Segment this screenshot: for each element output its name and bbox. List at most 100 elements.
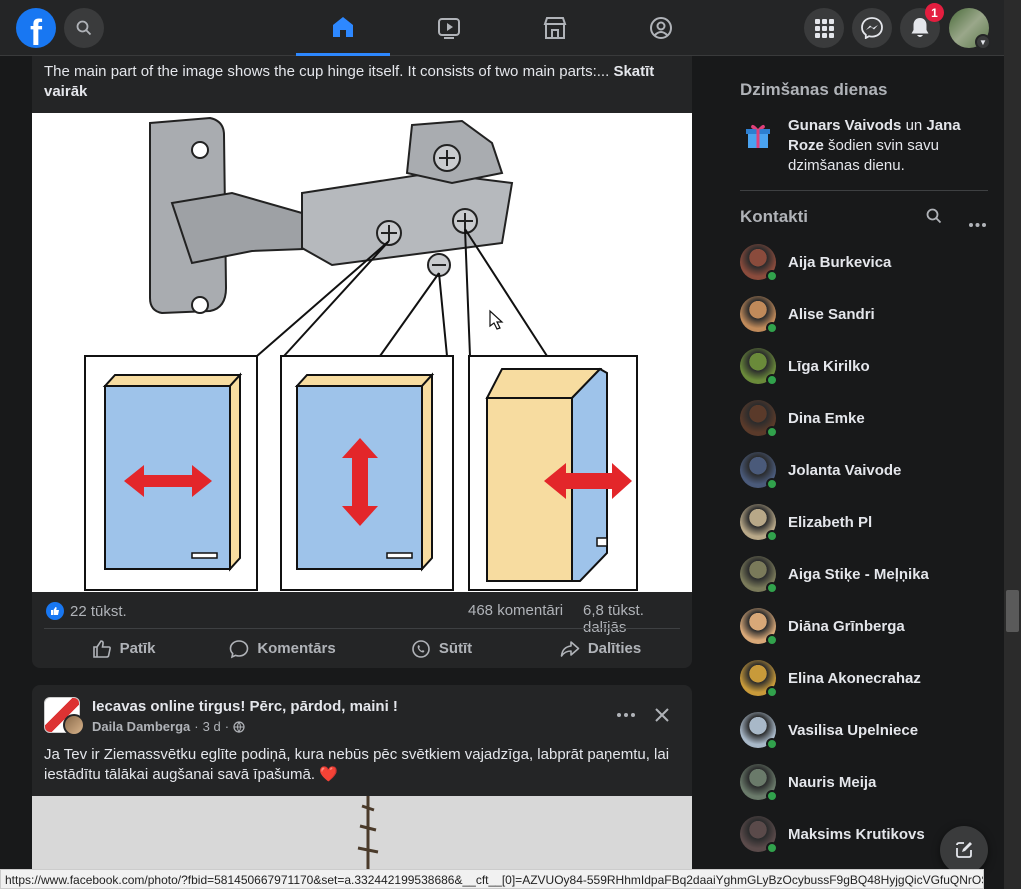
messenger-button[interactable]: [852, 8, 892, 48]
post-time-link[interactable]: 3 d: [203, 719, 221, 734]
contact-item[interactable]: Dina Emke: [740, 392, 988, 444]
like-reaction-icon[interactable]: [46, 602, 64, 620]
contact-avatar: [740, 400, 778, 438]
whatsapp-icon: [412, 639, 430, 658]
facebook-logo[interactable]: f: [16, 8, 56, 48]
contact-avatar: [740, 660, 778, 698]
new-message-button[interactable]: [940, 826, 988, 874]
more-horizontal-icon: [969, 223, 986, 227]
search-button[interactable]: [64, 8, 104, 48]
feed-post: The main part of the image shows the cup…: [32, 56, 692, 668]
post-actions: Patīk Komentārs Sūtīt Dalīties: [44, 628, 680, 668]
contact-item[interactable]: Diāna Grīnberga: [740, 600, 988, 652]
tab-watch[interactable]: [402, 0, 496, 56]
groups-icon: [650, 17, 672, 39]
bell-icon: [911, 18, 929, 37]
online-status-dot: [766, 270, 778, 282]
contact-avatar: [740, 712, 778, 750]
contact-item[interactable]: Elizabeth Pl: [740, 496, 988, 548]
scrollbar-thumb[interactable]: [1006, 590, 1019, 632]
video-icon: [438, 18, 460, 39]
post-meta: Daila Damberga · 3 d ·: [92, 719, 245, 734]
online-status-dot: [766, 322, 778, 334]
online-status-dot: [766, 686, 778, 698]
search-icon: [926, 208, 942, 224]
home-icon: [333, 16, 353, 37]
contact-item[interactable]: Nauris Meija: [740, 756, 988, 808]
compose-icon: [956, 842, 972, 858]
page-scrollbar[interactable]: [1004, 0, 1021, 889]
contact-avatar: [740, 296, 778, 334]
birthday-person-link[interactable]: Gunars Vaivods: [788, 117, 901, 134]
contact-item[interactable]: Līga Kirilko: [740, 340, 988, 392]
contact-avatar: [740, 816, 778, 854]
status-bar-url: https://www.facebook.com/photo/?fbid=581…: [0, 869, 984, 889]
contact-item[interactable]: Jolanta Vaivode: [740, 444, 988, 496]
tab-marketplace[interactable]: [508, 0, 602, 56]
contact-item[interactable]: Alise Sandri: [740, 288, 988, 340]
birthdays-title: Dzimšanas dienas: [740, 80, 888, 99]
contact-item[interactable]: Vasilisa Upelniece: [740, 704, 988, 756]
contact-avatar: [740, 504, 778, 542]
more-horizontal-icon: [617, 713, 635, 717]
contact-avatar: [740, 608, 778, 646]
chevron-down-icon: ▼: [975, 34, 991, 50]
contacts-title: Kontakti: [740, 207, 808, 226]
likes-count[interactable]: 22 tūkst.: [70, 603, 127, 620]
group-name-link[interactable]: Iecavas online tirgus! Pērc, pārdod, mai…: [92, 698, 398, 715]
contacts-search-button[interactable]: [926, 208, 942, 229]
online-status-dot: [766, 582, 778, 594]
comments-count[interactable]: 468 komentāri: [468, 602, 563, 619]
top-navigation-bar: f 1 ▼: [0, 0, 1004, 56]
contact-item[interactable]: Aija Burkevica: [740, 236, 988, 288]
contact-avatar: [740, 556, 778, 594]
online-status-dot: [766, 426, 778, 438]
shop-icon: [543, 17, 567, 39]
share-icon: [560, 640, 580, 657]
online-status-dot: [766, 478, 778, 490]
notification-badge: 1: [925, 3, 944, 22]
contact-item[interactable]: Elina Akonecrahaz: [740, 652, 988, 704]
feed-post: Iecavas online tirgus! Pērc, pārdod, mai…: [32, 685, 692, 889]
online-status-dot: [766, 842, 778, 854]
thumbs-up-icon: [92, 639, 111, 658]
like-button[interactable]: Patīk: [44, 629, 203, 668]
heart-emoji: ❤️: [319, 766, 338, 783]
post-text: The main part of the image shows the cup…: [44, 63, 655, 100]
online-status-dot: [766, 738, 778, 750]
send-whatsapp-button[interactable]: Sūtīt: [362, 629, 521, 668]
post-reactions-bar: 22 tūkst. 468 komentāri 6,8 tūkst. dalīj…: [44, 600, 680, 636]
tab-groups[interactable]: [614, 0, 708, 56]
divider: [740, 190, 988, 191]
menu-button[interactable]: [804, 8, 844, 48]
post-text: Ja Tev ir Ziemassvētku eglīte podiņā, ku…: [44, 746, 670, 783]
contact-item[interactable]: Aiga Stiķe - Meļņika: [740, 548, 988, 600]
contacts-options-button[interactable]: [969, 214, 986, 232]
share-button[interactable]: Dalīties: [521, 629, 680, 668]
tab-home[interactable]: [296, 0, 390, 56]
grid-menu-icon: [815, 19, 834, 38]
online-status-dot: [766, 374, 778, 386]
close-icon: [655, 708, 669, 722]
author-avatar[interactable]: [63, 714, 85, 736]
online-status-dot: [766, 530, 778, 542]
gift-icon: [740, 118, 776, 154]
group-avatar[interactable]: [44, 697, 85, 736]
birthday-text: Gunars Vaivods un Jana Roze šodien svin …: [788, 117, 961, 174]
author-name-link[interactable]: Daila Damberga: [92, 719, 190, 734]
comment-icon: [230, 639, 249, 658]
comment-button[interactable]: Komentārs: [203, 629, 362, 668]
contact-avatar: [740, 244, 778, 282]
account-avatar[interactable]: ▼: [949, 8, 991, 50]
contact-avatar: [740, 452, 778, 490]
search-icon: [76, 20, 92, 36]
messenger-icon: [861, 17, 883, 39]
hide-post-button[interactable]: [650, 703, 674, 727]
online-status-dot: [766, 790, 778, 802]
globe-icon: [233, 720, 245, 733]
contact-avatar: [740, 348, 778, 386]
online-status-dot: [766, 634, 778, 646]
contact-avatar: [740, 764, 778, 802]
post-image-hinge-diagram[interactable]: [32, 113, 692, 592]
post-options-button[interactable]: [614, 703, 638, 727]
